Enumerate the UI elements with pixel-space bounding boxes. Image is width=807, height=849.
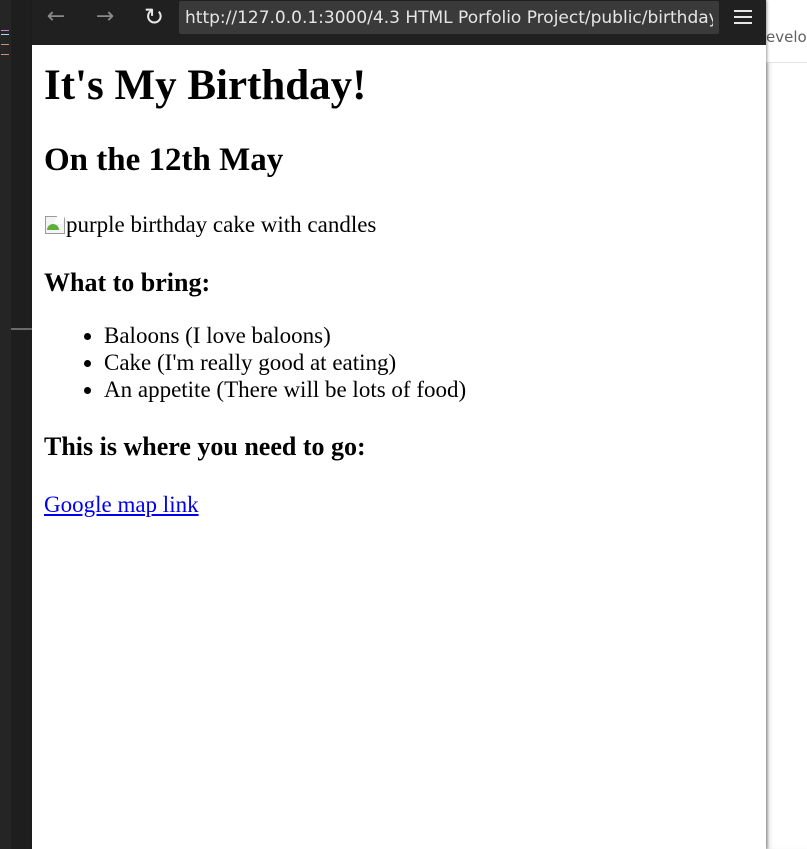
browser-window: ← → ↻ It's My Birthday! On the 12th May xyxy=(32,0,766,849)
bring-list: Baloons (I love baloons) Cake (I'm reall… xyxy=(44,322,754,403)
hamburger-menu-icon xyxy=(734,16,752,18)
background-window-header: evelo. xyxy=(766,0,807,63)
arrow-right-icon: → xyxy=(95,4,115,29)
reload-icon: ↻ xyxy=(143,3,165,31)
list-item: Cake (I'm really good at eating) xyxy=(104,349,754,376)
forward-button[interactable]: → xyxy=(89,3,121,31)
background-window-text: evelo. xyxy=(766,28,807,46)
broken-image-icon xyxy=(44,214,66,236)
page-viewport: It's My Birthday! On the 12th May purple… xyxy=(32,45,766,849)
list-item: An appetite (There will be lots of food) xyxy=(104,376,754,403)
minimap-mark xyxy=(1,44,9,45)
minimap-mark xyxy=(1,30,9,31)
hamburger-menu-icon xyxy=(734,10,752,12)
cake-image-alt-text: purple birthday cake with candles xyxy=(66,212,377,237)
page-content: It's My Birthday! On the 12th May purple… xyxy=(32,59,766,520)
menu-button[interactable] xyxy=(730,4,756,30)
reload-button[interactable]: ↻ xyxy=(138,3,170,31)
minimap-mark xyxy=(1,34,9,35)
back-button[interactable]: ← xyxy=(40,3,72,31)
code-editor-edge xyxy=(0,0,32,849)
location-heading: This is where you need to go: xyxy=(44,432,366,461)
bring-heading: What to bring: xyxy=(44,268,211,297)
page-title: It's My Birthday! xyxy=(44,62,367,109)
editor-gutter xyxy=(0,0,11,849)
minimap-mark xyxy=(1,54,9,55)
map-link-paragraph: Google map link xyxy=(44,490,754,520)
arrow-left-icon: ← xyxy=(46,4,66,29)
hamburger-menu-icon xyxy=(734,22,752,24)
editor-split-sash[interactable] xyxy=(11,328,32,330)
url-input[interactable] xyxy=(179,1,719,34)
screen: evelo. ← → ↻ It's My Birthd xyxy=(0,0,807,849)
address-bar[interactable] xyxy=(179,1,719,34)
date-heading: On the 12th May xyxy=(44,142,284,178)
background-window: evelo. xyxy=(766,0,807,849)
list-item: Baloons (I love baloons) xyxy=(104,322,754,349)
browser-toolbar: ← → ↻ xyxy=(32,0,766,45)
google-map-link[interactable]: Google map link xyxy=(44,492,199,517)
cake-image-broken: purple birthday cake with candles xyxy=(44,210,754,240)
